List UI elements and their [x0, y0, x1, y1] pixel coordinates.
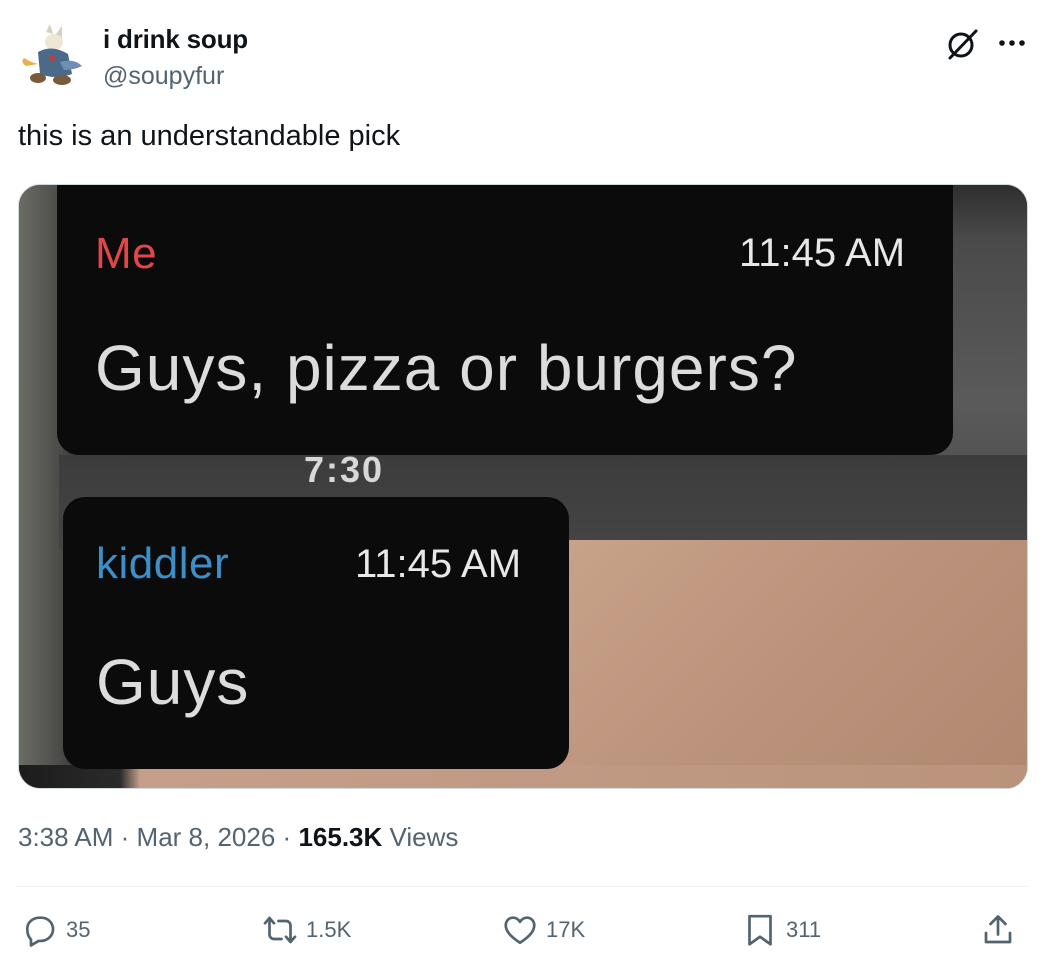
- like-count: 17K: [546, 917, 586, 942]
- display-name[interactable]: i drink soup: [103, 24, 248, 55]
- tweet-media-image[interactable]: 7:30 Me 11:45 AM Guys, pizza or burgers?…: [18, 184, 1028, 789]
- repost-button[interactable]: 1.5K: [262, 909, 351, 951]
- repost-icon: [263, 916, 297, 944]
- like-button[interactable]: 17K: [502, 909, 585, 951]
- repost-count: 1.5K: [306, 917, 352, 942]
- views-label: Views: [389, 822, 459, 852]
- tweet-time[interactable]: 3:38 AM: [18, 822, 113, 852]
- divider: [16, 886, 1028, 887]
- views-count[interactable]: 165.3K: [298, 822, 382, 852]
- media-ghost-timestamp: 7:30: [304, 449, 385, 490]
- chat-message-me: Guys, pizza or burgers?: [95, 332, 798, 404]
- chat-bubble-me: Me 11:45 AM Guys, pizza or burgers?: [57, 185, 953, 455]
- tweet-text: this is an understandable pick: [18, 120, 401, 152]
- bookmark-icon: [748, 914, 772, 946]
- share-icon: [984, 915, 1012, 944]
- more-icon[interactable]: [995, 28, 1029, 58]
- chat-sender-kiddler: kiddler: [96, 539, 230, 588]
- meta-separator: ·: [282, 822, 292, 852]
- chat-bubble-kiddler: kiddler 11:45 AM Guys: [63, 497, 569, 769]
- share-button[interactable]: [980, 909, 1016, 951]
- media-background-peach: [559, 540, 1027, 788]
- avatar[interactable]: [16, 22, 88, 94]
- tweet-date[interactable]: Mar 8, 2026: [137, 822, 276, 852]
- reply-count: 35: [66, 917, 91, 942]
- meta-separator: ·: [120, 822, 130, 852]
- bookmark-button[interactable]: 311: [742, 909, 821, 951]
- user-handle[interactable]: @soupyfur: [103, 62, 224, 91]
- reply-button[interactable]: 35: [22, 909, 90, 951]
- tweet-meta: 3:38 AM · Mar 8, 2026 · 165.3K Views: [18, 822, 458, 853]
- bookmark-count: 311: [786, 917, 822, 942]
- heart-icon: [504, 916, 536, 945]
- reply-icon: [25, 916, 55, 947]
- chat-time-me: 11:45 AM: [739, 231, 906, 275]
- grok-icon[interactable]: [944, 26, 980, 62]
- chat-time-kiddler: 11:45 AM: [355, 542, 522, 586]
- chat-message-kiddler: Guys: [96, 646, 250, 718]
- chat-sender-me: Me: [95, 229, 158, 278]
